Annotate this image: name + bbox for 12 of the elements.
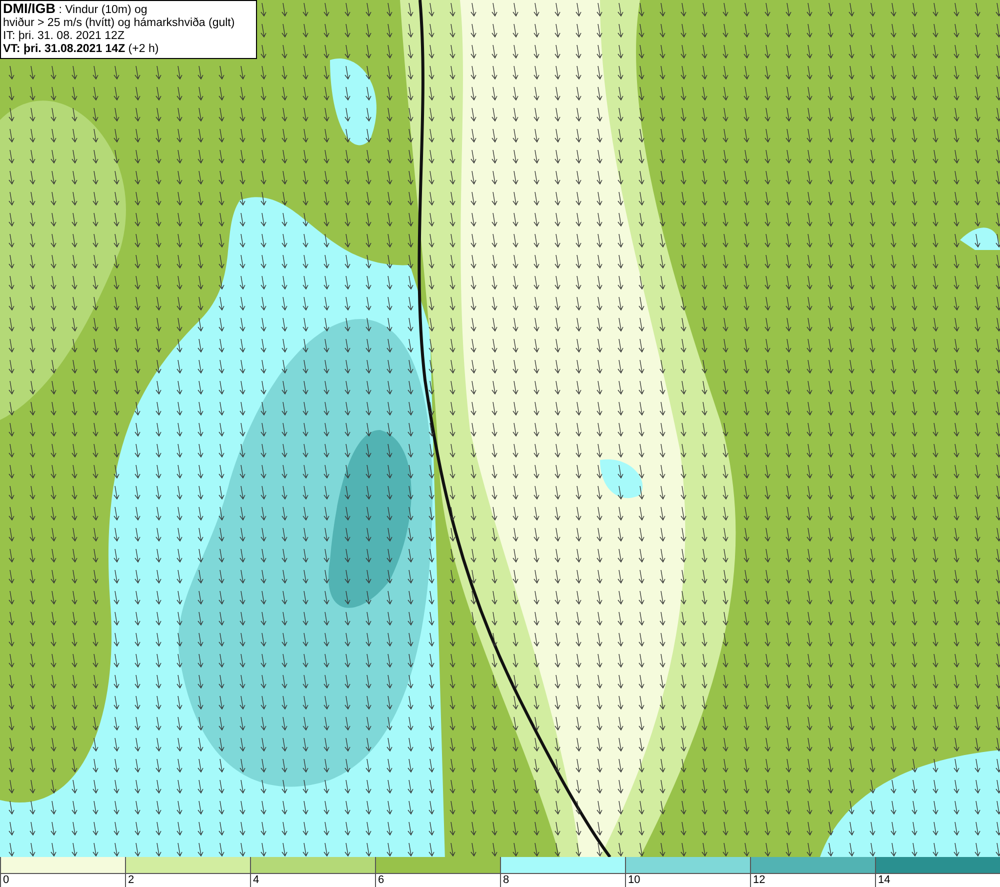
info-text: VT: þri. 31.08.2021 14Z (+2 h) (3, 43, 160, 56)
info-text: hviður > 25 m/s (hvítt) og hámarkshviða (gult) (3, 17, 236, 30)
legend-value: 6 (378, 874, 384, 886)
legend-value: 14 (878, 874, 890, 886)
legend-value: 8 (503, 874, 510, 886)
legend-value: 12 (753, 874, 766, 886)
legend-value: 10 (628, 874, 640, 886)
info-text: IT: þri. 31. 08. 2021 12Z (3, 30, 126, 43)
legend-value: 0 (3, 874, 10, 886)
legend-value: 2 (128, 874, 134, 886)
legend-value: 4 (253, 874, 260, 886)
info-text: DMI/IGB : Vindur (10m) og (3, 2, 148, 17)
